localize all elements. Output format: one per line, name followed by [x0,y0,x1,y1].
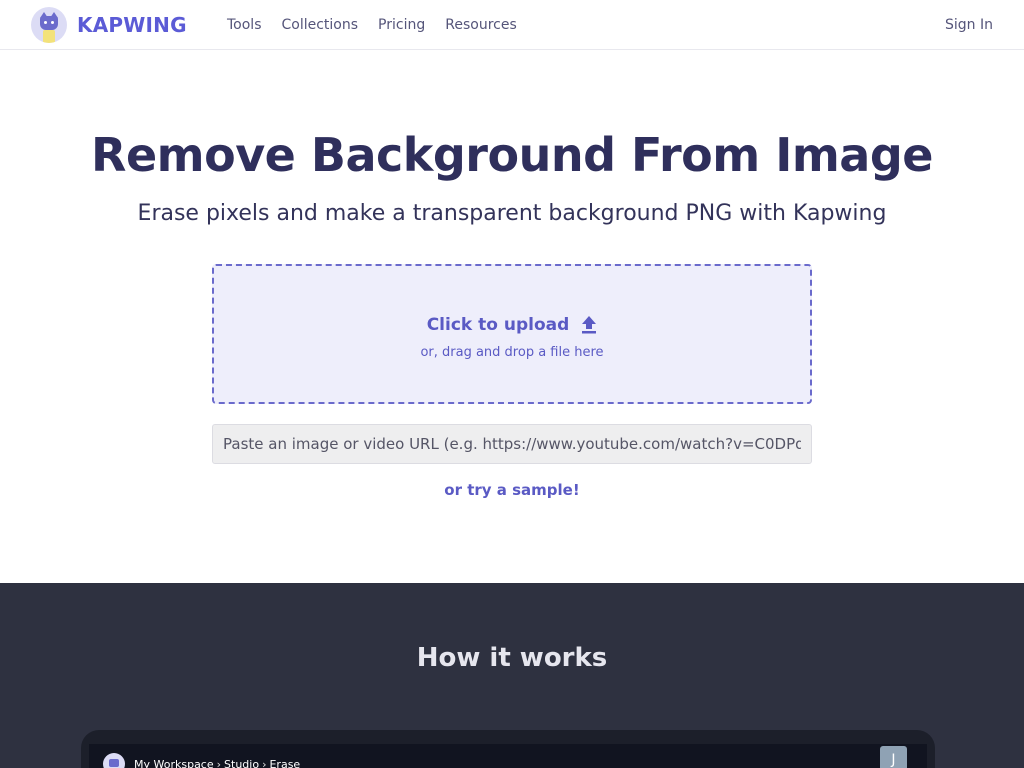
breadcrumb: My Workspace › Studio › Erase [134,758,300,768]
breadcrumb-workspace[interactable]: My Workspace [134,758,214,768]
upload-dropzone[interactable]: Click to upload or, drag and drop a file… [212,264,812,404]
editor-preview: My Workspace › Studio › Erase J [81,730,935,768]
nav-pricing[interactable]: Pricing [378,17,425,33]
how-it-works-title: How it works [416,643,608,673]
breadcrumb-current: Erase [269,757,301,768]
kapwing-logo[interactable]: KAPWING [31,7,187,43]
how-it-works-section: How it works My Workspace › Studio › Erase J [0,583,1024,768]
breadcrumb-studio[interactable]: Studio [224,758,259,768]
upload-label: Click to upload [426,314,570,335]
page-subtitle: Erase pixels and make a transparent back… [137,201,887,226]
nav-tools[interactable]: Tools [227,17,262,33]
editor-preview-bar: My Workspace › Studio › Erase J [89,744,927,768]
nav-collections[interactable]: Collections [282,17,359,33]
breadcrumb-separator: › [216,757,222,768]
upload-main: Click to upload [427,315,598,335]
breadcrumb-separator: › [262,757,267,768]
main-nav: Tools Collections Pricing Resources [227,0,537,50]
kapwing-cat-icon [31,7,67,43]
page-title: Remove Background From Image [91,128,933,182]
brand-name: KAPWING [77,13,187,37]
nav-resources[interactable]: Resources [445,17,517,33]
avatar[interactable]: J [880,746,907,768]
upload-hint: or, drag and drop a file here [420,344,604,360]
sign-in-link[interactable]: Sign In [945,0,993,50]
try-sample-link[interactable]: or try a sample! [0,481,1024,499]
site-header: KAPWING Tools Collections Pricing Resour… [0,0,1024,50]
upload-icon [582,315,597,333]
preview-logo-icon [103,753,125,768]
url-input[interactable] [212,424,812,464]
